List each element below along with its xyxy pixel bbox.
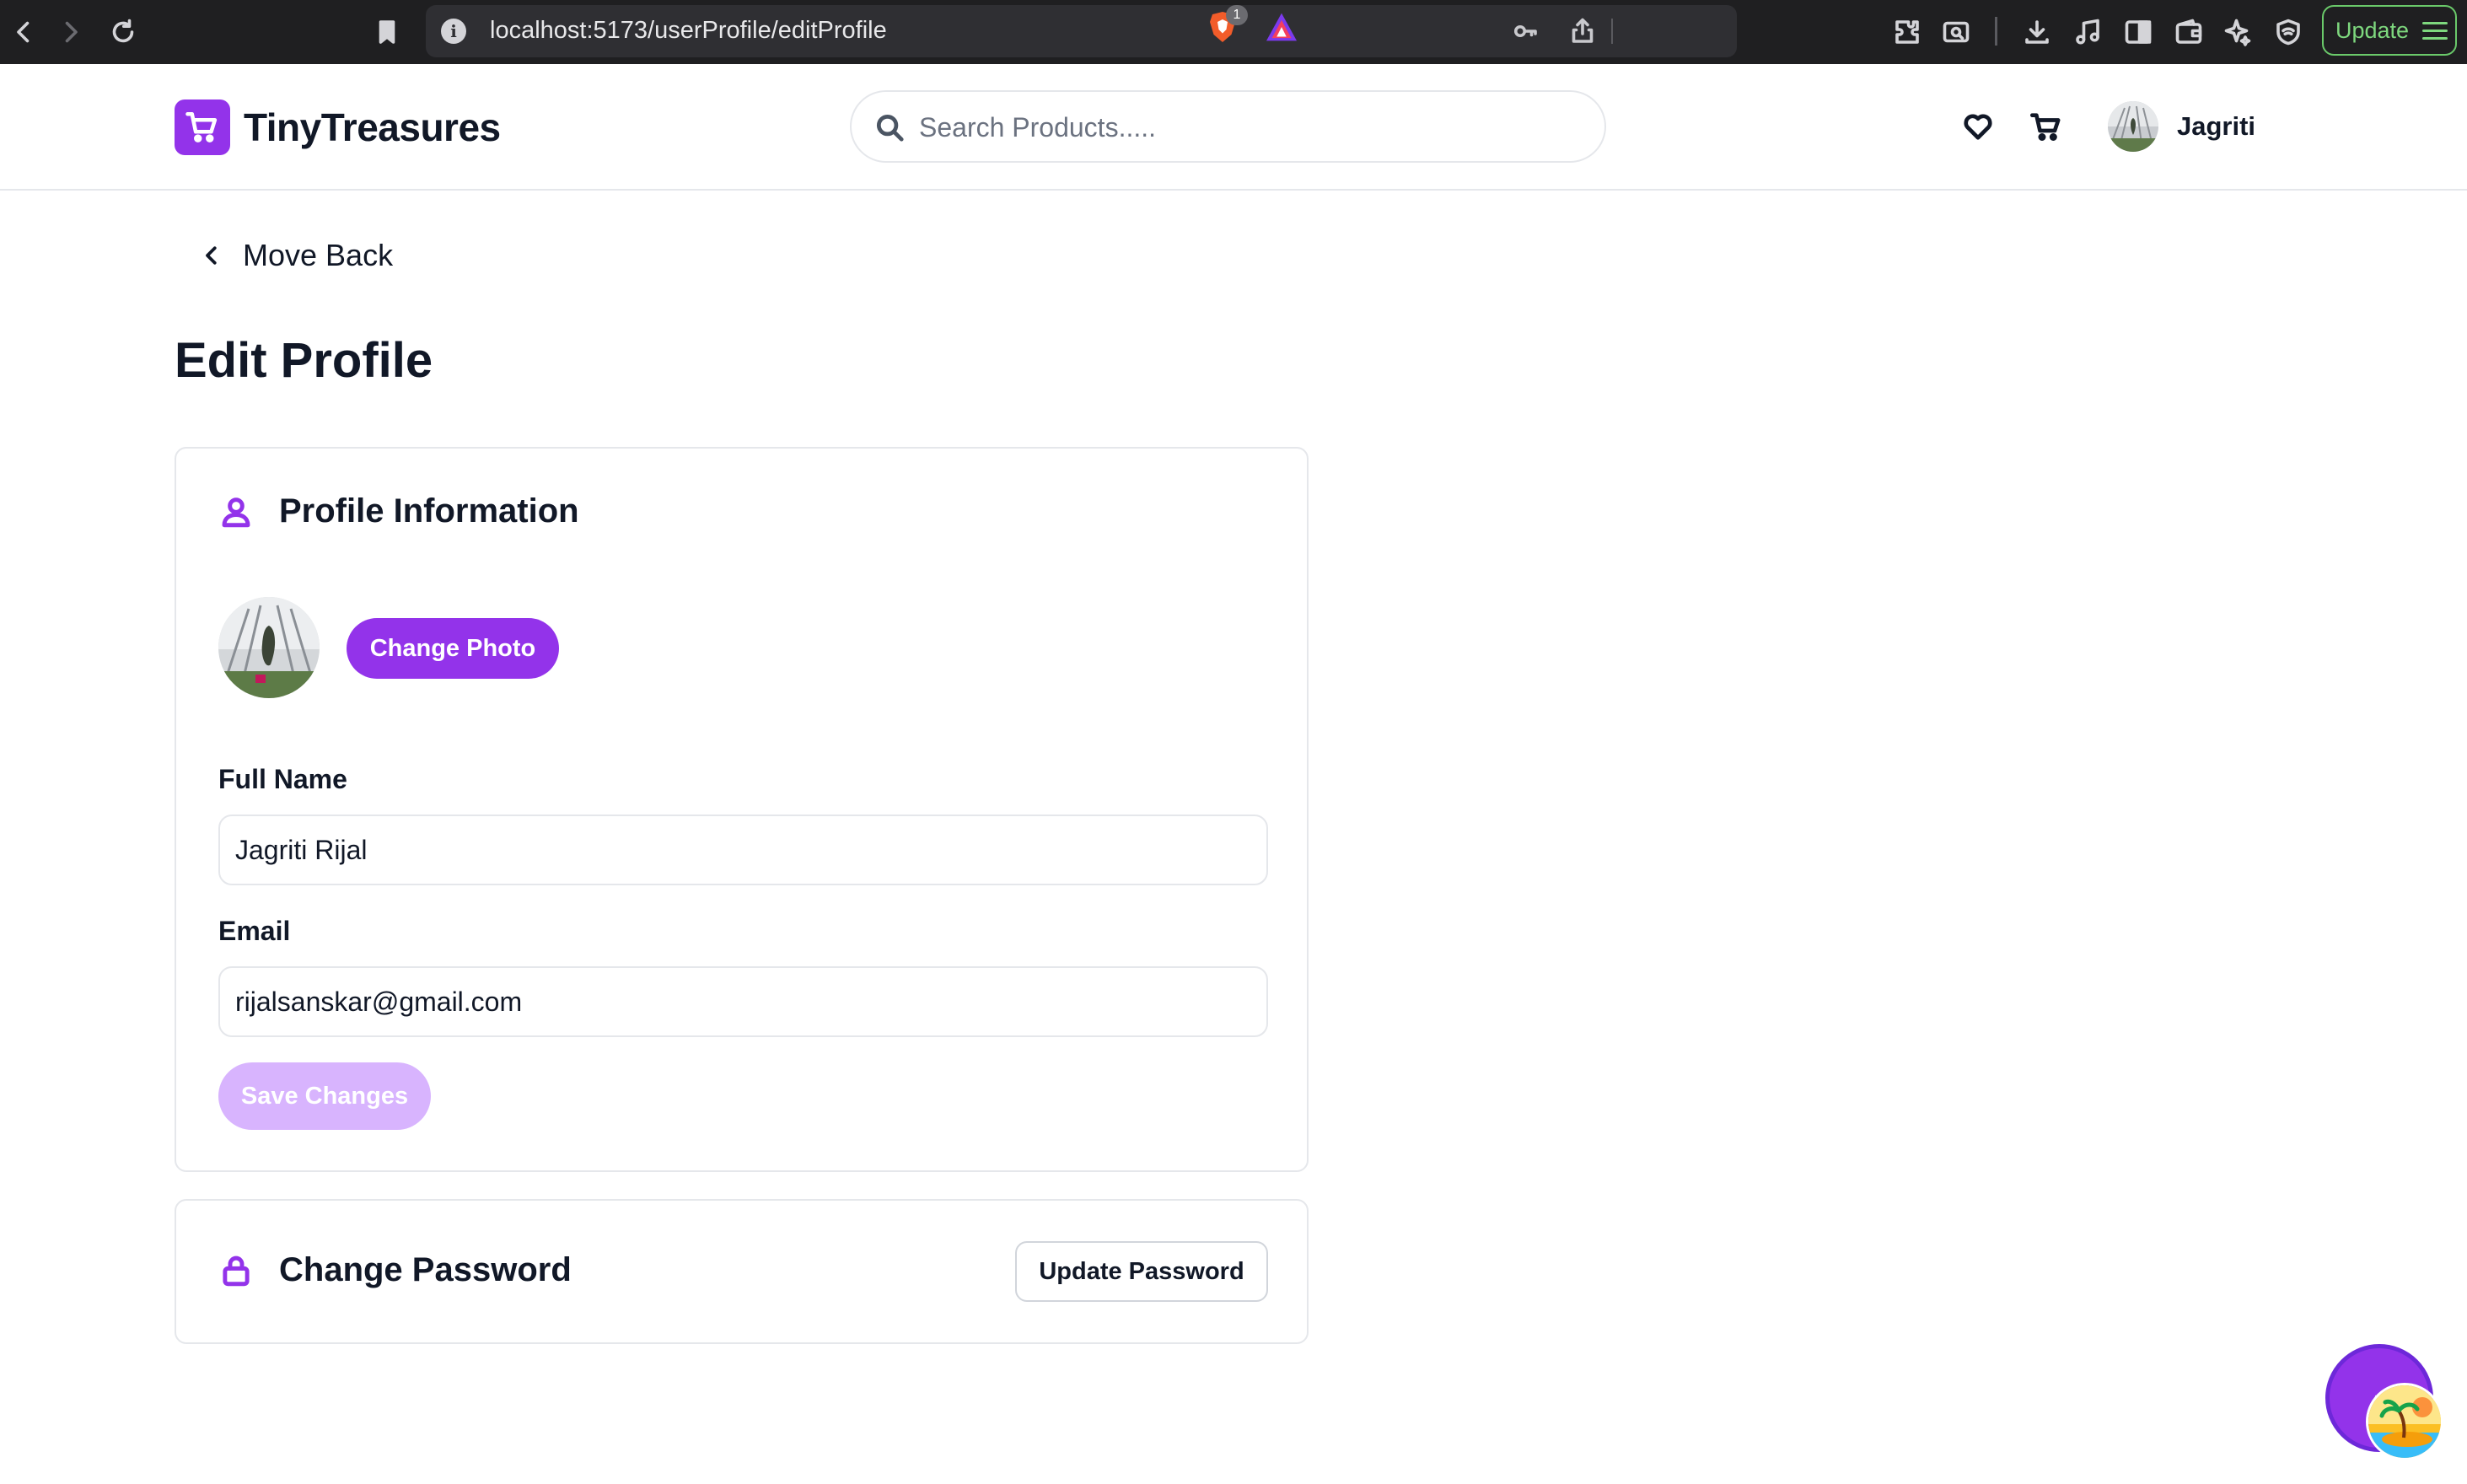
browser-reload-button[interactable] [101, 10, 145, 54]
urlbar-divider [1611, 19, 1613, 44]
profile-section-title: Profile Information [279, 492, 579, 530]
user-menu[interactable]: Jagriti [2108, 101, 2255, 152]
chevron-left-icon [17, 21, 30, 43]
bookmark-icon [379, 20, 395, 44]
user-icon [222, 497, 250, 527]
avatar [2108, 101, 2158, 152]
full-name-field[interactable] [218, 815, 1268, 885]
full-name-label: Full Name [218, 764, 347, 794]
search-icon [876, 114, 904, 142]
user-name: Jagriti [2177, 111, 2256, 141]
brave-rewards-icon[interactable] [1265, 12, 1298, 42]
browser-toolbar: i localhost:5173/userProfile/editProfile… [0, 0, 2467, 64]
reload-icon [112, 19, 134, 43]
toolbar-divider [1995, 17, 1997, 46]
browser-forward-button[interactable] [49, 10, 93, 54]
search-bar [850, 90, 1606, 163]
lock-icon [223, 1255, 250, 1286]
heart-icon [1964, 114, 1992, 140]
browser-back-button[interactable] [2, 10, 46, 54]
media-icon[interactable] [2067, 12, 2108, 52]
wishlist-button[interactable] [1958, 106, 1998, 147]
change-password-card: Change Password Update Password [175, 1199, 1309, 1344]
cart-icon [2030, 113, 2061, 142]
email-label: Email [218, 916, 291, 946]
password-section-header: Change Password [218, 1251, 572, 1289]
chevron-left-icon [206, 246, 217, 265]
downloads-icon[interactable] [2017, 12, 2057, 52]
island-avatar-badge[interactable] [2366, 1383, 2443, 1460]
url-text: localhost:5173/userProfile/editProfile [490, 17, 887, 44]
sidebar-icon[interactable] [2118, 12, 2158, 52]
profile-information-card: Profile Information Change Photo Full Na… [175, 447, 1309, 1172]
chevron-right-icon [65, 21, 78, 43]
password-key-icon[interactable] [1510, 16, 1540, 46]
brand-name: TinyTreasures [244, 105, 501, 149]
vpn-shield-icon[interactable] [2268, 12, 2308, 52]
cart-button[interactable] [2026, 106, 2067, 147]
site-info-icon[interactable]: i [441, 19, 466, 44]
reader-mode-icon[interactable] [1936, 12, 1976, 52]
profile-section-header: Profile Information [218, 492, 579, 530]
extensions-icon[interactable] [1887, 12, 1927, 52]
search-input[interactable] [919, 104, 1577, 151]
move-back-link[interactable]: Move Back [199, 238, 393, 273]
page-title: Edit Profile [175, 333, 433, 388]
update-password-button[interactable]: Update Password [1015, 1241, 1268, 1302]
share-icon[interactable] [1567, 16, 1598, 46]
leo-ai-icon[interactable] [2217, 12, 2258, 52]
move-back-label: Move Back [243, 238, 394, 272]
update-label: Update [2335, 17, 2410, 43]
profile-photo [218, 597, 320, 698]
browser-update-button[interactable]: Update [2322, 5, 2457, 56]
shields-count-badge: 1 [1226, 5, 1248, 25]
brand-logo[interactable]: TinyTreasures [175, 99, 501, 155]
email-field[interactable] [218, 966, 1268, 1037]
address-bar[interactable]: i localhost:5173/userProfile/editProfile [426, 5, 1737, 57]
save-changes-button[interactable]: Save Changes [218, 1062, 431, 1130]
site-header: TinyTreasures Jagriti [0, 64, 2467, 191]
wallet-icon[interactable] [2169, 12, 2209, 52]
hamburger-menu-icon [2422, 21, 2448, 40]
change-photo-button[interactable]: Change Photo [347, 618, 559, 679]
shopping-cart-icon [175, 99, 230, 155]
password-section-title: Change Password [279, 1251, 572, 1288]
bookmark-button[interactable] [365, 10, 409, 54]
